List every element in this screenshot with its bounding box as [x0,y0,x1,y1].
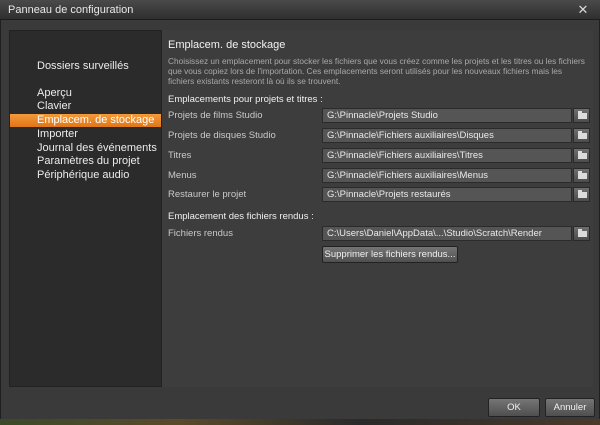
sidebar-item-emplacem-stockage[interactable]: Emplacem. de stockage [10,114,161,127]
row-label-fichiers-rendus: Fichiers rendus [168,228,233,239]
desktop-background-strip [0,419,600,425]
row-label-restaurer-projet: Restaurer le projet [168,189,247,200]
row-label-projets-films: Projets de films Studio [168,110,263,121]
path-field-projets-films[interactable]: G:\Pinnacle\Projets Studio [322,108,572,123]
browse-button-menus[interactable] [573,168,590,183]
ok-button[interactable]: OK [488,398,540,417]
sidebar-item-importer[interactable]: Importer [10,128,161,141]
sidebar-item-apercu[interactable]: Aperçu [10,87,161,100]
browse-button-projets-films[interactable] [573,108,590,123]
folder-icon [578,111,587,119]
path-field-fichiers-rendus[interactable]: C:\Users\Daniel\AppData\...\Studio\Scrat… [322,226,572,241]
path-field-menus[interactable]: G:\Pinnacle\Fichiers auxiliaires\Menus [322,168,572,183]
row-label-menus: Menus [168,170,197,181]
folder-icon [578,131,587,139]
window-title: Panneau de configuration [8,4,134,16]
row-label-projets-disques: Projets de disques Studio [168,130,276,141]
page-title: Emplacem. de stockage [168,39,286,51]
content-panel: Emplacem. de stockage Choisissez un empl… [162,30,593,387]
path-field-restaurer-projet[interactable]: G:\Pinnacle\Projets restaurés [322,187,572,202]
browse-button-restaurer-projet[interactable] [573,187,590,202]
sidebar-item-parametres-projet[interactable]: Paramètres du projet [10,155,161,168]
path-field-titres[interactable]: G:\Pinnacle\Fichiers auxiliaires\Titres [322,148,572,163]
cancel-button[interactable]: Annuler [545,398,595,417]
config-window: Dossiers surveillés Aperçu Clavier Empla… [0,20,600,425]
delete-render-files-button[interactable]: Supprimer les fichiers rendus... [322,246,458,263]
sidebar-item-peripherique-audio[interactable]: Périphérique audio [10,169,161,182]
close-icon[interactable]: ✕ [572,1,594,18]
sidebar-item-clavier[interactable]: Clavier [10,100,161,113]
path-field-projets-disques[interactable]: G:\Pinnacle\Fichiers auxiliaires\Disques [322,128,572,143]
browse-button-fichiers-rendus[interactable] [573,226,590,241]
render-section-heading: Emplacement des fichiers rendus : [168,211,314,222]
folder-icon [578,151,587,159]
folder-icon [578,190,587,198]
row-label-titres: Titres [168,150,192,161]
folder-icon [578,171,587,179]
sidebar: Dossiers surveillés Aperçu Clavier Empla… [9,30,162,387]
browse-button-titres[interactable] [573,148,590,163]
sidebar-item-dossiers-surveilles[interactable]: Dossiers surveillés [10,60,161,73]
page-description: Choisissez un emplacement pour stocker l… [168,56,585,86]
title-bar: Panneau de configuration ✕ [0,0,600,20]
folder-icon [578,229,587,237]
projects-section-heading: Emplacements pour projets et titres : [168,94,323,105]
browse-button-projets-disques[interactable] [573,128,590,143]
sidebar-item-journal-evenements[interactable]: Journal des événements [10,142,161,155]
